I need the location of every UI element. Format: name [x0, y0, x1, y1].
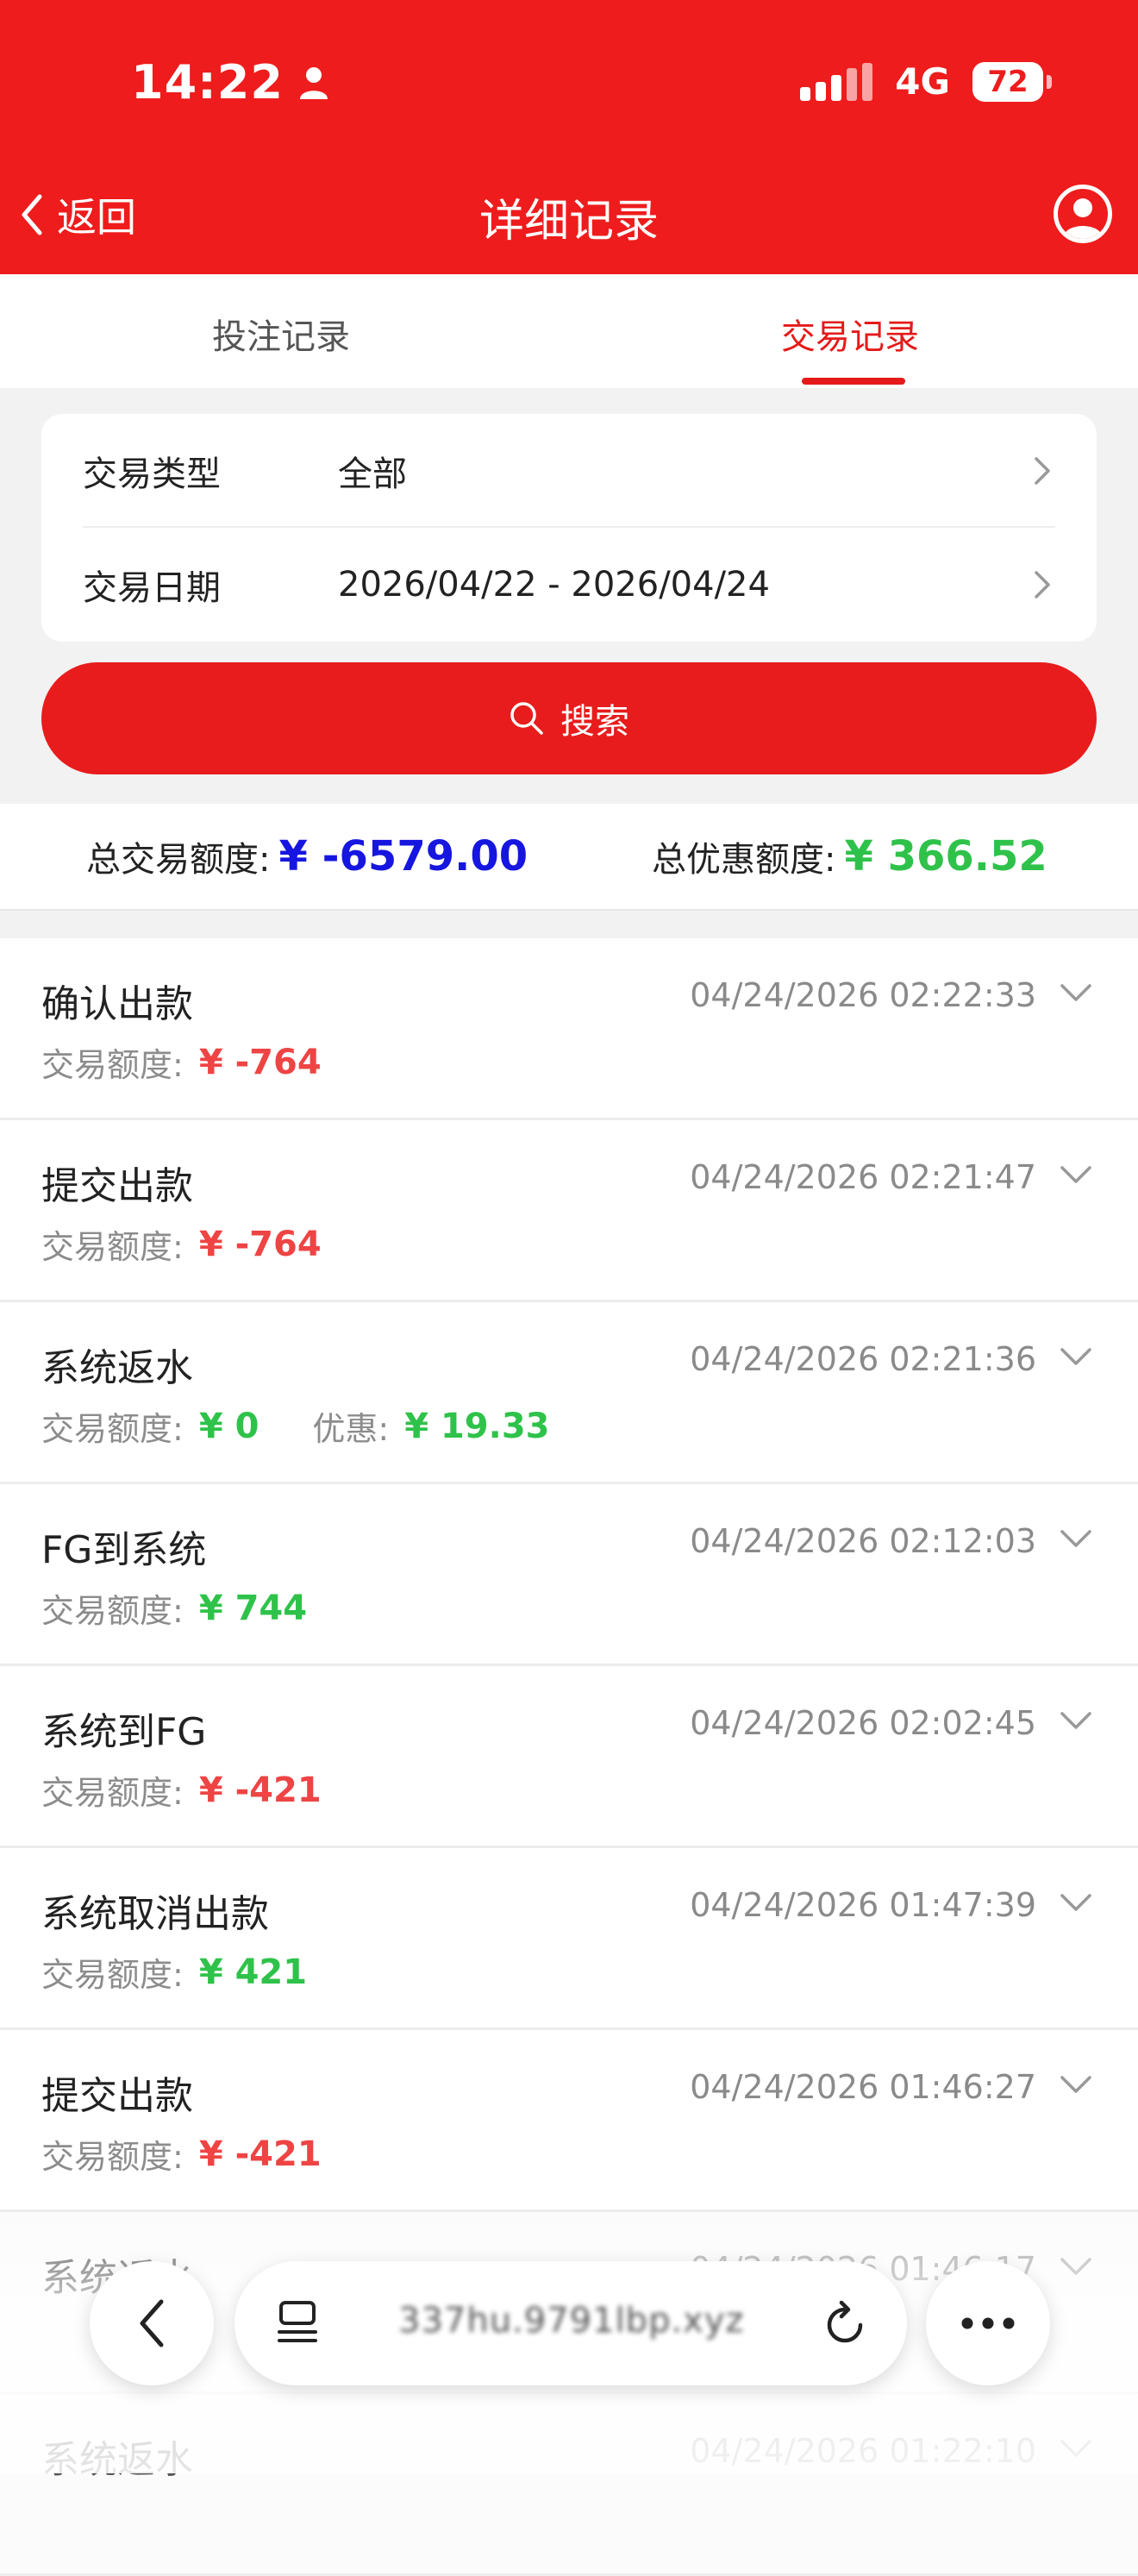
chevron-down-icon[interactable]	[1059, 2255, 1093, 2278]
transaction-time: 04/24/2026 01:46:27	[690, 2068, 1036, 2106]
transaction-item[interactable]: 提交出款 04/24/2026 01:46:27 交易额度: ¥ -421	[0, 2030, 1138, 2212]
transaction-title: 确认出款	[41, 982, 193, 1026]
transaction-amount: ¥ 0	[198, 1406, 259, 1446]
chevron-down-icon[interactable]	[1059, 1527, 1093, 1550]
transaction-date-selector[interactable]: 交易日期 2026/04/22 - 2026/04/24	[83, 528, 1055, 642]
tabs-icon	[278, 2301, 317, 2342]
amount-label: 交易额度:	[41, 1956, 184, 1994]
chevron-down-icon[interactable]	[1059, 1345, 1093, 1368]
chevron-right-icon	[1035, 571, 1050, 599]
transaction-amount: ¥ -764	[198, 1042, 322, 1082]
transaction-type-label: 交易类型	[83, 454, 221, 494]
transaction-amount-row: 交易额度: ¥ 744	[41, 1584, 307, 1632]
transaction-amount-row: 交易额度: ¥ -764	[41, 1220, 322, 1268]
tab-transaction-records[interactable]: 交易记录	[781, 309, 919, 359]
total-discount-label: 总优惠额度:	[652, 840, 836, 880]
chevron-down-icon[interactable]	[1059, 1709, 1093, 1732]
transaction-title: 系统返水	[41, 1346, 193, 1390]
amount-label: 交易额度:	[41, 1410, 184, 1448]
transaction-type-selector[interactable]: 交易类型 全部	[83, 414, 1055, 528]
transaction-type-value: 全部	[338, 454, 407, 494]
user-avatar-button[interactable]	[1054, 185, 1112, 243]
app-header: 14:22 4G 72 返回 详细记录	[0, 0, 1138, 274]
page-title: 详细记录	[478, 196, 659, 248]
transaction-time: 04/24/2026 02:21:47	[690, 1158, 1036, 1196]
transaction-amount: ¥ 421	[198, 1952, 308, 1992]
browser-more-button[interactable]	[926, 2261, 1050, 2385]
transaction-item[interactable]: 系统返水 04/24/2026 01:22:10	[0, 2394, 1138, 2576]
total-transaction-value: ¥ -6579.00	[278, 832, 528, 881]
more-dots-icon	[961, 2317, 1015, 2329]
transaction-time: 04/24/2026 01:22:10	[690, 2432, 1036, 2470]
transaction-item[interactable]: 提交出款 04/24/2026 02:21:47 交易额度: ¥ -764	[0, 1120, 1138, 1302]
chevron-down-icon[interactable]	[1059, 2437, 1093, 2460]
chevron-down-icon[interactable]	[1059, 2073, 1093, 2096]
transaction-item[interactable]: 系统取消出款 04/24/2026 01:47:39 交易额度: ¥ 421	[0, 1848, 1138, 2030]
transaction-amount-row: 交易额度: ¥ 0 优惠: ¥ 19.33	[41, 1402, 550, 1450]
battery-level: 72	[987, 64, 1029, 99]
transaction-title: 系统返水	[41, 2438, 193, 2482]
chevron-left-icon	[140, 2299, 164, 2347]
discount-amount: ¥ 19.33	[404, 1406, 550, 1446]
record-tabs: 投注记录 交易记录	[0, 274, 1138, 388]
transaction-item[interactable]: 系统返水 04/24/2026 02:21:36 交易额度: ¥ 0 优惠: ¥ 19.3…	[0, 1302, 1138, 1484]
transaction-time: 04/24/2026 02:21:36	[690, 1340, 1036, 1378]
reload-icon[interactable]	[821, 2299, 869, 2347]
transaction-amount: ¥ -421	[198, 2134, 322, 2174]
transaction-title: 系统到FG	[41, 1710, 207, 1754]
chevron-down-icon[interactable]	[1059, 1163, 1093, 1186]
status-time: 14:22	[131, 55, 328, 110]
amount-label: 交易额度:	[41, 2138, 184, 2176]
battery-icon: 72	[972, 61, 1052, 102]
browser-back-button[interactable]	[90, 2261, 214, 2385]
status-time-text: 14:22	[131, 55, 284, 110]
signal-icon	[800, 62, 873, 101]
amount-label: 交易额度:	[41, 1592, 184, 1630]
transaction-time: 04/24/2026 02:22:33	[690, 976, 1036, 1014]
browser-url-text: 337hu.9791lbp.xyz	[398, 2301, 745, 2341]
filter-card: 交易类型 全部 交易日期 2026/04/22 - 2026/04/24	[41, 414, 1097, 642]
transaction-amount-row: 交易额度: ¥ -764	[41, 1038, 322, 1086]
transaction-amount-row: 交易额度: ¥ -421	[41, 1766, 322, 1814]
transaction-amount: ¥ 744	[198, 1588, 308, 1628]
search-icon	[510, 702, 543, 735]
transaction-title: FG到系统	[41, 1528, 207, 1572]
total-transaction-label: 总交易额度:	[86, 840, 271, 880]
total-transaction: 总交易额度: ¥ -6579.00	[86, 831, 528, 881]
transaction-amount-row: 交易额度: ¥ -421	[41, 2130, 322, 2178]
chevron-right-icon	[1035, 457, 1050, 485]
transaction-date-label: 交易日期	[83, 568, 221, 608]
total-discount: 总优惠额度: ¥ 366.52	[652, 831, 1047, 881]
transaction-title: 提交出款	[41, 2074, 193, 2118]
transaction-date-value: 2026/04/22 - 2026/04/24	[338, 565, 770, 605]
search-label: 搜索	[560, 702, 629, 742]
transaction-time: 04/24/2026 02:02:45	[690, 1704, 1036, 1742]
active-tab-indicator	[802, 378, 905, 385]
browser-url-bar[interactable]: 337hu.9791lbp.xyz	[234, 2261, 907, 2385]
amount-label: 交易额度:	[41, 1228, 184, 1266]
transaction-title: 提交出款	[41, 1164, 193, 1208]
summary-bar: 总交易额度: ¥ -6579.00 总优惠额度: ¥ 366.52	[0, 804, 1138, 911]
transaction-time: 04/24/2026 01:47:39	[690, 1886, 1036, 1924]
chevron-down-icon[interactable]	[1059, 981, 1093, 1004]
transaction-item[interactable]: 确认出款 04/24/2026 02:22:33 交易额度: ¥ -764	[0, 938, 1138, 1120]
transaction-amount: ¥ -764	[198, 1224, 322, 1264]
transaction-time: 04/24/2026 02:12:03	[690, 1522, 1036, 1560]
chevron-down-icon[interactable]	[1059, 1891, 1093, 1914]
discount-label: 优惠:	[312, 1410, 390, 1448]
user-icon	[1063, 198, 1103, 239]
transaction-amount-row: 交易额度: ¥ 421	[41, 1948, 307, 1996]
transaction-item[interactable]: 系统到FG 04/24/2026 02:02:45 交易额度: ¥ -421	[0, 1666, 1138, 1848]
search-button[interactable]: 搜索	[41, 662, 1097, 774]
status-indicators: 4G 72	[800, 60, 1052, 103]
person-icon	[299, 66, 328, 99]
amount-label: 交易额度:	[41, 1046, 184, 1084]
network-type: 4G	[895, 60, 950, 103]
transaction-amount: ¥ -421	[198, 1770, 322, 1810]
total-discount-value: ¥ 366.52	[844, 832, 1047, 881]
tab-bet-records[interactable]: 投注记录	[212, 309, 350, 359]
transaction-item[interactable]: FG到系统 04/24/2026 02:12:03 交易额度: ¥ 744	[0, 1484, 1138, 1666]
transaction-title: 系统取消出款	[41, 1892, 269, 1936]
amount-label: 交易额度:	[41, 1774, 184, 1812]
